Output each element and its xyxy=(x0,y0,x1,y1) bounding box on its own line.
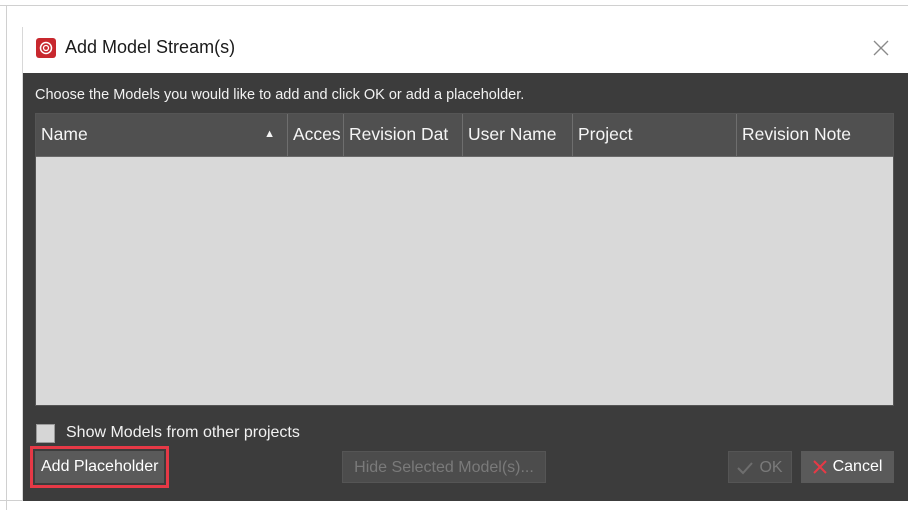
cancel-label: Cancel xyxy=(832,458,883,475)
cancel-button[interactable]: Cancel xyxy=(801,451,894,483)
dialog-title: Add Model Stream(s) xyxy=(65,37,236,57)
add-model-stream-dialog: Add Model Stream(s) Choose the Models yo… xyxy=(22,27,908,501)
column-header-name[interactable]: Name ▲ xyxy=(36,114,288,156)
hide-selected-models-button[interactable]: Hide Selected Model(s)... xyxy=(342,451,546,483)
column-header-project[interactable]: Project xyxy=(573,114,737,156)
dialog-body: Choose the Models you would like to add … xyxy=(23,73,908,501)
window-top-border xyxy=(0,5,908,6)
dialog-titlebar: Add Model Stream(s) xyxy=(23,27,908,73)
column-header-access[interactable]: Acces xyxy=(288,114,344,156)
ok-label: OK xyxy=(759,459,783,476)
column-header-revision-note[interactable]: Revision Note xyxy=(737,114,893,156)
column-header-revision-date[interactable]: Revision Dat xyxy=(344,114,463,156)
add-placeholder-button[interactable]: Add Placeholder xyxy=(29,446,170,488)
close-button[interactable] xyxy=(867,34,895,62)
instruction-text: Choose the Models you would like to add … xyxy=(35,87,525,103)
column-header-user-name[interactable]: User Name xyxy=(463,114,573,156)
revit-cloud-icon xyxy=(36,38,56,58)
checkmark-icon xyxy=(737,462,754,475)
window-left-border xyxy=(6,5,7,510)
ok-button[interactable]: OK xyxy=(728,451,792,483)
models-table: Name ▲ Acces Revision Dat User Name Proj… xyxy=(35,113,894,406)
table-body[interactable] xyxy=(36,157,893,405)
cancel-x-icon xyxy=(812,460,827,474)
show-other-projects-option[interactable]: Show Models from other projects xyxy=(36,422,300,444)
sort-ascending-icon: ▲ xyxy=(264,128,275,140)
show-other-projects-checkbox[interactable] xyxy=(36,423,55,443)
table-header: Name ▲ Acces Revision Dat User Name Proj… xyxy=(36,114,893,157)
show-other-projects-label: Show Models from other projects xyxy=(66,424,300,441)
close-icon xyxy=(873,40,889,56)
